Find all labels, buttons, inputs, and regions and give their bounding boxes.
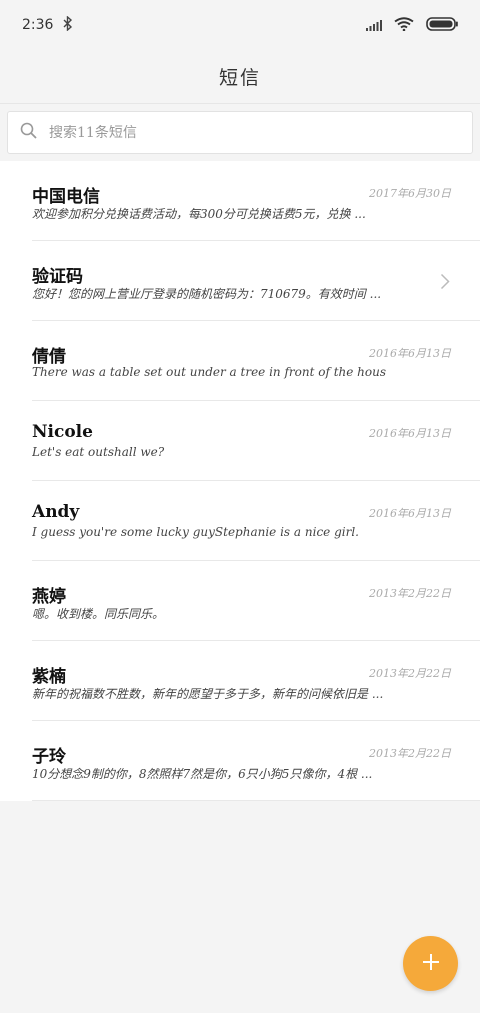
- message-preview: Let's eat outshall we?: [32, 445, 165, 459]
- message-preview: 您好！您的网上营业厅登录的随机密码为：710679。有效时间 ...: [32, 287, 382, 301]
- message-sender: 子玲: [32, 747, 66, 767]
- message-sender: 燕婷: [32, 587, 66, 607]
- message-sender: 中国电信: [32, 187, 100, 207]
- message-date: 2017年6月30日: [369, 187, 451, 200]
- plus-icon: [421, 952, 441, 976]
- message-list: 中国电信 2017年6月30日 欢迎参加积分兑换话费活动，每300分可兑换话费5…: [0, 161, 480, 801]
- chevron-right-icon: [440, 273, 450, 294]
- message-item[interactable]: 倩倩 2016年6月13日 There was a table set out …: [32, 321, 480, 401]
- message-preview: There was a table set out under a tree i…: [32, 365, 387, 379]
- title-bar: 短信: [0, 50, 480, 104]
- status-right: [366, 16, 458, 35]
- message-item[interactable]: 验证码 您好！您的网上营业厅登录的随机密码为：710679。有效时间 ...: [32, 241, 480, 321]
- message-date: 2013年2月22日: [369, 587, 451, 600]
- message-sender: 倩倩: [32, 347, 66, 367]
- message-preview: 欢迎参加积分兑换话费活动，每300分可兑换话费5元，兑换 ...: [32, 207, 366, 221]
- message-item[interactable]: Nicole 2016年6月13日 Let's eat outshall we?: [32, 401, 480, 481]
- search-input[interactable]: [49, 124, 449, 141]
- message-sender: 紫楠: [32, 667, 66, 687]
- message-date: 2013年2月22日: [369, 667, 451, 680]
- status-left: 2:36: [22, 14, 73, 35]
- search-icon: [20, 122, 37, 143]
- message-sender: 验证码: [32, 267, 83, 287]
- status-time: 2:36: [22, 17, 54, 33]
- search-box[interactable]: [7, 111, 473, 154]
- message-item[interactable]: 中国电信 2017年6月30日 欢迎参加积分兑换话费活动，每300分可兑换话费5…: [32, 161, 480, 241]
- signal-icon: [366, 16, 382, 35]
- message-item[interactable]: 燕婷 2013年2月22日 嗯。收到楼。同乐同乐。: [32, 561, 480, 641]
- message-item[interactable]: 紫楠 2013年2月22日 新年的祝福数不胜数，新年的愿望于多于多，新年的问候依…: [32, 641, 480, 721]
- search-bar: [0, 104, 480, 161]
- message-date: 2016年6月13日: [369, 507, 451, 520]
- message-preview: 新年的祝福数不胜数，新年的愿望于多于多，新年的问候依旧是 ...: [32, 687, 384, 701]
- status-bar: 2:36: [0, 0, 480, 50]
- message-preview: 10分想念9制的你，8然照样7然是你，6只小狗5只像你，4根 ...: [32, 767, 373, 781]
- message-preview: I guess you're some lucky guyStephanie i…: [32, 525, 359, 539]
- message-item[interactable]: Andy 2016年6月13日 I guess you're some luck…: [32, 481, 480, 561]
- message-date: 2016年6月13日: [369, 347, 451, 360]
- message-preview: 嗯。收到楼。同乐同乐。: [32, 607, 165, 621]
- message-sender: Andy: [32, 502, 80, 522]
- message-item[interactable]: 子玲 2013年2月22日 10分想念9制的你，8然照样7然是你，6只小狗5只像…: [32, 721, 480, 801]
- bluetooth-icon: [63, 14, 73, 35]
- message-sender: Nicole: [32, 422, 93, 442]
- wifi-icon: [394, 16, 414, 35]
- page-title: 短信: [218, 67, 261, 89]
- message-date: 2016年6月13日: [369, 427, 451, 440]
- message-date: 2013年2月22日: [369, 747, 451, 760]
- new-message-button[interactable]: [403, 936, 458, 991]
- battery-icon: [426, 16, 458, 35]
